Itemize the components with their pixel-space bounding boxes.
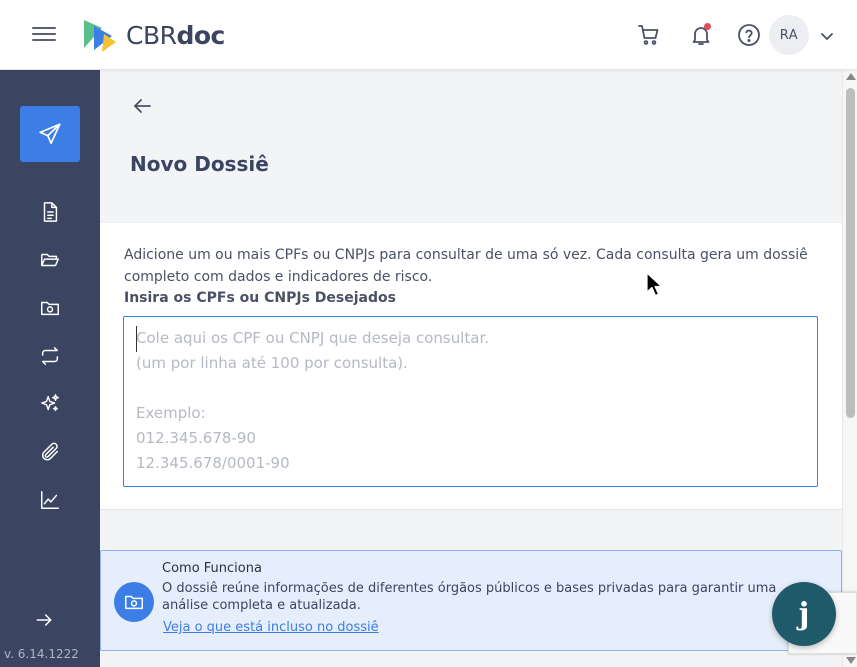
folder-camera-icon — [41, 301, 59, 316]
included-items-link[interactable]: Veja o que está incluso no dossiê — [163, 620, 379, 635]
chat-widget-label: j — [798, 596, 810, 632]
scroll-up-arrow-icon[interactable] — [846, 73, 856, 80]
brand-name: CBRdoc — [126, 20, 225, 50]
sidebar-item-folder-photos[interactable] — [36, 294, 64, 322]
sidebar-item-recurring[interactable] — [36, 342, 64, 370]
cart-icon[interactable] — [636, 22, 662, 48]
scrollbar-thumb[interactable] — [846, 88, 855, 418]
notifications-button[interactable] — [688, 22, 714, 48]
user-avatar[interactable]: RA — [769, 15, 809, 55]
back-arrow-icon[interactable] — [130, 94, 154, 118]
info-text: O dossiê reúne informações de diferentes… — [162, 581, 777, 613]
logo-mark-icon — [84, 20, 116, 52]
sparkles-icon — [41, 394, 59, 412]
sidebar-item-attachments[interactable] — [36, 438, 64, 466]
sidebar-item-ai[interactable] — [36, 390, 64, 418]
documents-textarea-placeholder: Cole aqui os CPF ou CNPJ que deseja cons… — [136, 329, 490, 472]
brand-logo[interactable]: CBRdoc — [82, 17, 225, 53]
sidebar: v. 6.14.1222 — [0, 70, 100, 667]
dossier-form-card: Adicione um ou mais CPFs ou CNPJs para c… — [100, 222, 842, 510]
info-folder-icon — [114, 582, 154, 622]
folder-camera-icon — [125, 595, 143, 610]
sidebar-expand-button[interactable] — [32, 608, 56, 632]
notification-badge — [704, 23, 711, 30]
text-caret — [136, 326, 137, 352]
sidebar-item-new-dossier[interactable] — [20, 106, 80, 162]
mouse-cursor-icon — [646, 272, 663, 297]
chart-line-icon — [41, 491, 59, 509]
repeat-icon — [41, 347, 59, 365]
how-it-works-panel: Como Funciona O dossiê reúne informações… — [100, 550, 842, 651]
page-scrollbar[interactable] — [842, 70, 857, 667]
documents-field-label: Insira os CPFs ou CNPJs Desejados — [124, 290, 396, 306]
scroll-down-arrow-icon[interactable] — [846, 657, 856, 664]
sidebar-item-documents[interactable] — [36, 198, 64, 226]
sidebar-item-folders[interactable] — [36, 246, 64, 274]
app-version: v. 6.14.1222 — [4, 647, 79, 661]
top-header: CBRdoc RA — [0, 0, 857, 70]
page-title: Novo Dossiê — [130, 152, 269, 176]
help-icon[interactable] — [736, 22, 762, 48]
chevron-down-icon[interactable] — [818, 27, 836, 45]
menu-icon[interactable] — [32, 24, 56, 46]
form-description: Adicione um ou mais CPFs ou CNPJs para c… — [124, 247, 808, 285]
main-content: Novo Dossiê Adicione um ou mais CPFs ou … — [100, 70, 842, 667]
send-icon — [39, 123, 61, 145]
document-icon — [43, 202, 58, 222]
info-title: Como Funciona — [162, 561, 262, 576]
chat-widget-button[interactable]: j — [772, 582, 836, 646]
arrow-right-icon — [36, 614, 52, 626]
paperclip-icon — [41, 442, 59, 461]
documents-textarea[interactable]: Cole aqui os CPF ou CNPJ que deseja cons… — [123, 316, 818, 487]
sidebar-item-reports[interactable] — [36, 486, 64, 514]
folder-open-icon — [41, 253, 59, 267]
